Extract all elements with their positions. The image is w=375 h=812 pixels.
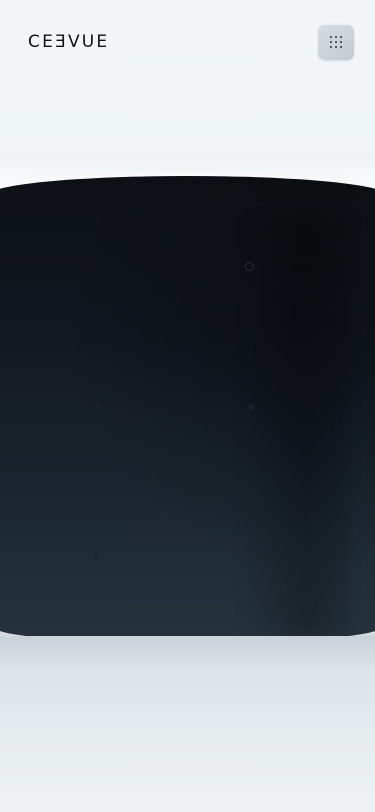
hero-sheen [240, 216, 350, 636]
hero-marker [96, 404, 102, 410]
hero-marker [93, 552, 99, 558]
hero-section [0, 160, 375, 660]
menu-button[interactable] [318, 24, 354, 60]
page: CEƎVUE [0, 0, 375, 812]
hero-floor-reflection [0, 636, 375, 812]
brand-logo[interactable]: CEƎVUE [28, 31, 109, 53]
hero-display-panel [0, 176, 375, 644]
hero-marker [248, 404, 254, 410]
grid-dots-icon [330, 36, 342, 48]
brand-wordmark: CEƎVUE [28, 32, 110, 52]
hero-marker [245, 262, 254, 271]
site-header: CEƎVUE [0, 0, 375, 86]
hero-marker [248, 554, 254, 560]
